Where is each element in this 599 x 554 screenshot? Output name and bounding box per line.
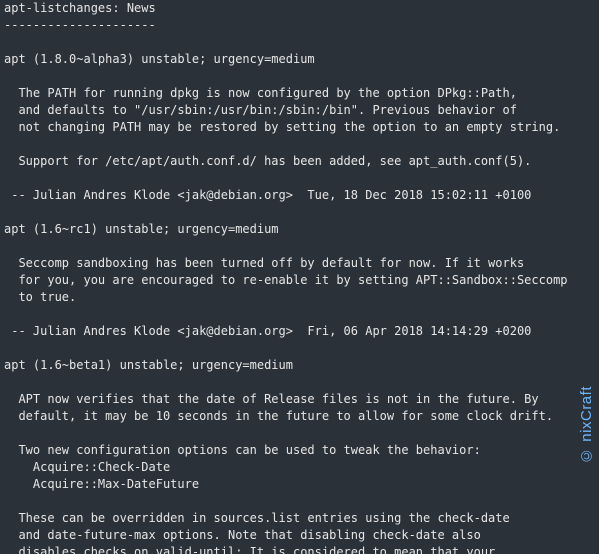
entry-heading: apt (1.6~beta1) unstable; urgency=medium	[4, 358, 293, 372]
entry-heading: apt (1.8.0~alpha3) unstable; urgency=med…	[4, 52, 315, 66]
terminal-output: apt-listchanges: News ------------------…	[0, 0, 599, 554]
header-line: apt-listchanges: News	[4, 1, 156, 15]
entry-body: Seccomp sandboxing has been turned off b…	[4, 256, 568, 304]
entry-body: APT now verifies that the date of Releas…	[4, 392, 553, 554]
watermark-text: © nixCraft	[578, 386, 595, 464]
entry-signoff: -- Julian Andres Klode <jak@debian.org> …	[4, 188, 531, 202]
entry-heading: apt (1.6~rc1) unstable; urgency=medium	[4, 222, 279, 236]
entry-signoff: -- Julian Andres Klode <jak@debian.org> …	[4, 324, 531, 338]
entry-body: The PATH for running dpkg is now configu…	[4, 86, 560, 168]
divider-line: ---------------------	[4, 18, 156, 32]
